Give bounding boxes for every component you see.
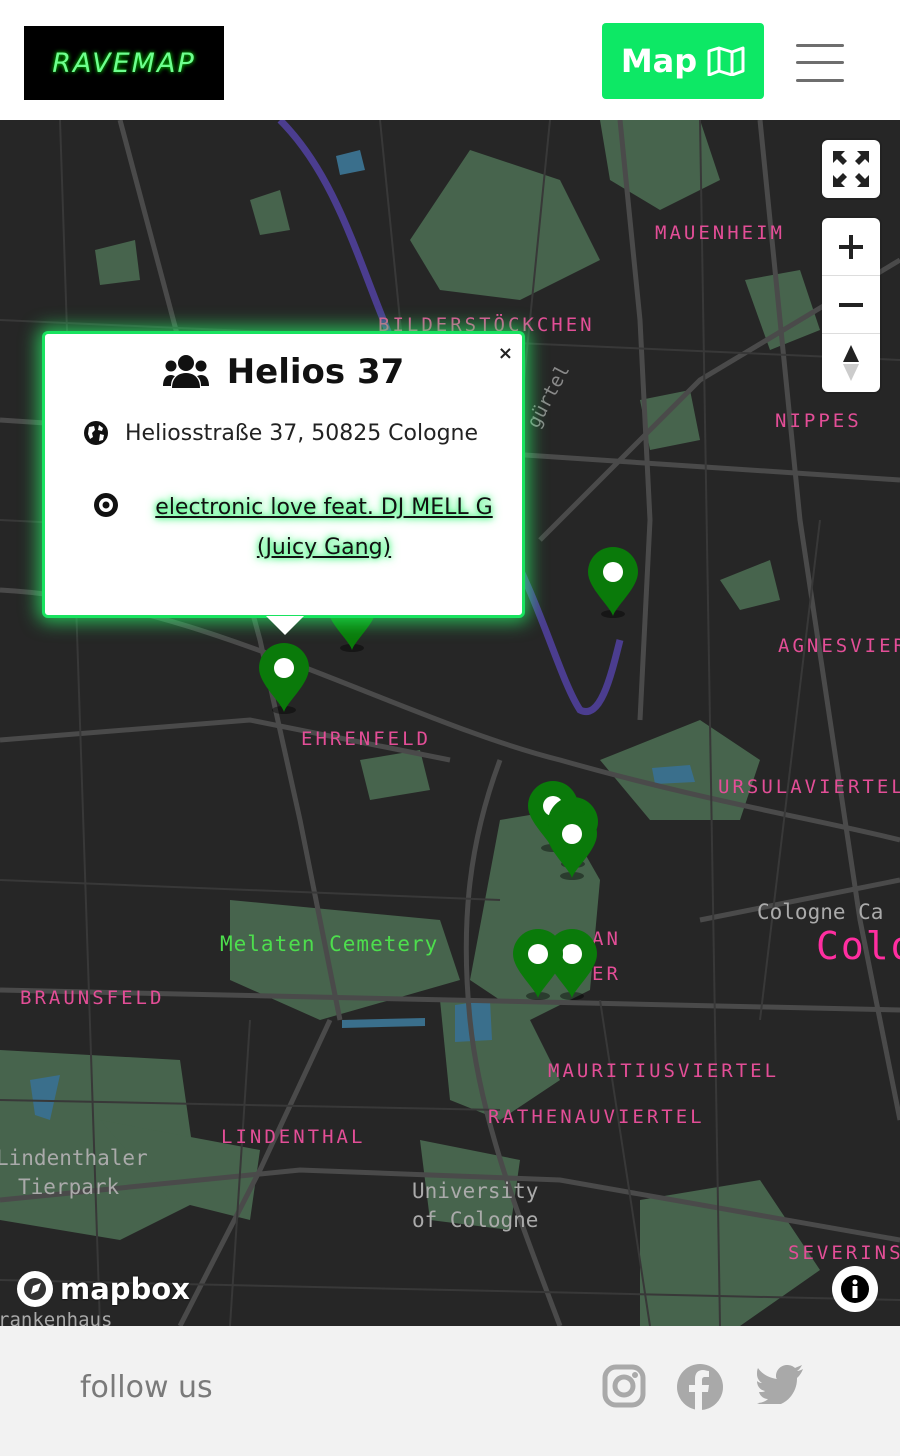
place-label: RATHENAUVIERTEL <box>488 1106 705 1128</box>
minus-icon <box>839 302 863 307</box>
place-label: MAUENHEIM <box>655 222 785 244</box>
fullscreen-icon <box>833 151 869 187</box>
footer: follow us <box>0 1326 900 1456</box>
place-label: MAURITIUSVIERTEL <box>548 1060 780 1082</box>
twitter-icon[interactable] <box>757 1364 803 1404</box>
vinyl-record-icon <box>94 493 118 517</box>
ravemap-logo[interactable]: RAVEMAP <box>24 26 224 100</box>
cemetery-label: Melaten Cemetery <box>220 932 439 956</box>
poi-label: Tierpark <box>18 1175 120 1199</box>
city-label: Colo <box>816 924 900 968</box>
zoom-controls <box>822 218 880 392</box>
place-label: AGNESVIER <box>778 635 900 657</box>
venue-name: Helios 37 <box>226 352 405 392</box>
poi-label: University <box>412 1179 539 1203</box>
place-label: BRAUNSFELD <box>20 987 165 1009</box>
venue-popup: × Helios 37 Heliosstraße 37, 50825 Colog… <box>42 331 525 618</box>
plus-icon <box>839 234 863 259</box>
menu-toggle-button[interactable] <box>796 44 844 82</box>
venue-marker[interactable] <box>545 808 599 880</box>
poi-label: rankenhaus <box>0 1309 113 1326</box>
place-label: URSULAVIERTEL <box>718 776 900 798</box>
hamburger-line <box>796 44 844 47</box>
venue-marker[interactable] <box>257 642 311 714</box>
users-icon <box>162 355 209 388</box>
poi-label: Lindenthaler <box>0 1146 148 1170</box>
zoom-in-button[interactable] <box>822 218 880 276</box>
zoom-out-button[interactable] <box>822 276 880 334</box>
popup-title: Helios 37 <box>45 352 522 392</box>
follow-us-label: follow us <box>80 1370 213 1405</box>
info-icon <box>841 1275 869 1303</box>
venue-marker[interactable] <box>586 546 640 618</box>
map-button[interactable]: Map <box>602 23 764 99</box>
compass-icon <box>843 345 859 381</box>
venue-marker[interactable] <box>511 928 565 1000</box>
facebook-icon[interactable] <box>677 1364 723 1410</box>
mapbox-logo[interactable]: mapbox <box>16 1270 190 1308</box>
venue-event: electronic love feat. DJ MELL G (Juicy G… <box>93 488 513 568</box>
map-button-label: Map <box>620 42 698 80</box>
hamburger-line <box>796 61 844 64</box>
reset-bearing-button[interactable] <box>822 334 880 392</box>
header: RAVEMAP Map <box>0 0 900 120</box>
poi-label: of Cologne <box>412 1208 539 1232</box>
poi-label: Cologne Ca <box>757 900 884 924</box>
popup-tip <box>266 616 304 635</box>
place-label: SEVERINS <box>788 1242 900 1264</box>
place-label: EHRENFELD <box>301 728 431 750</box>
place-label: NIPPES <box>775 410 862 432</box>
mapbox-icon <box>17 1271 53 1307</box>
venue-address-text: Heliosstraße 37, 50825 Cologne <box>125 420 479 446</box>
place-label: LINDENTHAL <box>221 1126 366 1148</box>
instagram-icon[interactable] <box>602 1364 646 1408</box>
map-icon <box>707 46 745 76</box>
event-link[interactable]: electronic love feat. DJ MELL G (Juicy G… <box>135 488 513 568</box>
mapbox-wordmark: mapbox <box>60 1272 190 1306</box>
map-canvas[interactable]: MAUENHEIM BILDERSTÖCKCHEN NIPPES AGNESVI… <box>0 120 900 1326</box>
hamburger-line <box>796 79 844 82</box>
fullscreen-button[interactable] <box>822 140 880 198</box>
globe-icon <box>84 421 108 445</box>
logo-text: RAVEMAP <box>52 47 196 79</box>
attribution-info-button[interactable] <box>832 1266 878 1312</box>
venue-address: Heliosstraße 37, 50825 Cologne <box>83 420 478 446</box>
